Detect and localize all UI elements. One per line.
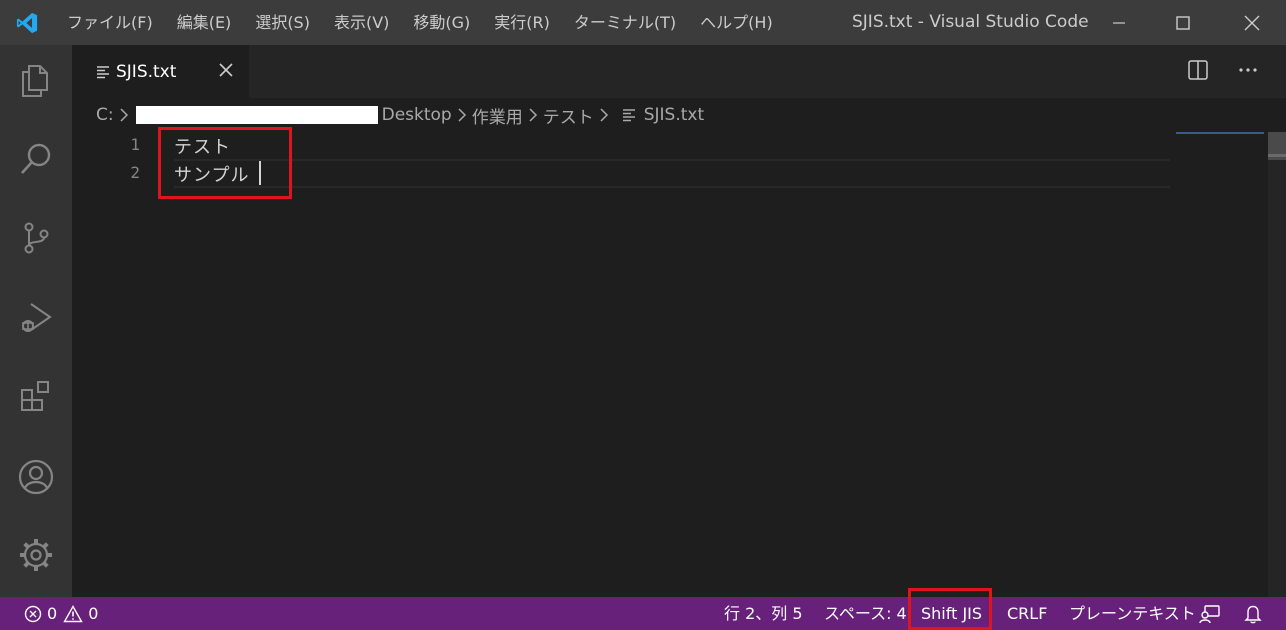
language-mode-status[interactable]: プレーンテキスト	[1069, 597, 1196, 630]
text-file-icon	[96, 65, 110, 79]
menu-go[interactable]: 移動(G)	[401, 0, 482, 45]
line-number: 1	[130, 135, 140, 154]
maximize-button[interactable]	[1151, 0, 1215, 45]
minimap-marker	[1176, 132, 1264, 134]
minimize-button[interactable]	[1087, 0, 1151, 45]
scrollbar-cursor-marker	[1268, 154, 1286, 157]
maximize-icon	[1176, 15, 1190, 30]
menu-view[interactable]: 表示(V)	[322, 0, 401, 45]
chevron-right-icon	[528, 107, 538, 123]
vertical-scrollbar[interactable]	[1268, 132, 1286, 597]
bell-icon	[1244, 605, 1262, 623]
run-debug-icon	[22, 303, 52, 332]
explorer-button[interactable]	[0, 45, 72, 117]
tab-close-button[interactable]	[218, 62, 234, 78]
warning-count: 0	[88, 604, 99, 623]
search-button[interactable]	[0, 123, 72, 195]
breadcrumb-file[interactable]: SJIS.txt	[644, 105, 704, 125]
split-editor-icon	[1188, 60, 1208, 80]
files-icon	[22, 65, 48, 97]
menu-terminal[interactable]: ターミナル(T)	[562, 0, 688, 45]
split-editor-button[interactable]	[1187, 59, 1209, 81]
activity-bar	[0, 45, 72, 597]
search-icon	[21, 143, 51, 174]
line-number: 2	[130, 163, 140, 182]
source-control-icon	[24, 222, 49, 254]
menu-selection[interactable]: 選択(S)	[243, 0, 322, 45]
accounts-button[interactable]	[0, 441, 72, 513]
problems-status[interactable]: 0 0	[24, 597, 98, 630]
gear-icon	[20, 539, 52, 571]
more-actions-button[interactable]	[1237, 59, 1259, 81]
tab-label: SJIS.txt	[116, 61, 177, 82]
ellipsis-icon	[1239, 68, 1257, 72]
account-icon	[18, 459, 54, 495]
vscode-logo-icon	[0, 0, 54, 45]
error-icon	[24, 605, 42, 622]
error-count: 0	[47, 604, 58, 623]
editor-area[interactable]: 1 2 テスト サンプル	[72, 127, 1286, 597]
minimize-icon	[1113, 21, 1125, 24]
menu-bar: ファイル(F) 編集(E) 選択(S) 表示(V) 移動(G) 実行(R) ター…	[55, 0, 785, 45]
extensions-icon	[21, 381, 49, 411]
close-icon	[1244, 15, 1260, 30]
indentation-status[interactable]: スペース: 4	[824, 597, 907, 630]
annotation-highlight-encoding	[908, 588, 992, 630]
notifications-button[interactable]	[1244, 597, 1262, 630]
breadcrumb-drive[interactable]: C:	[96, 105, 114, 125]
run-debug-button[interactable]	[0, 281, 72, 353]
chevron-right-icon	[457, 107, 467, 123]
breadcrumb-folder-test[interactable]: テスト	[543, 103, 594, 128]
menu-edit[interactable]: 編集(E)	[165, 0, 244, 45]
annotation-highlight-text	[158, 127, 292, 199]
chevron-right-icon	[119, 107, 129, 123]
eol-status[interactable]: CRLF	[1007, 597, 1047, 630]
manage-button[interactable]	[0, 519, 72, 591]
extensions-button[interactable]	[0, 360, 72, 432]
source-control-button[interactable]	[0, 202, 72, 274]
status-bar: 0 0 行 2、列 5 スペース: 4 Shift JIS CRLF プレーンテ…	[0, 588, 1286, 630]
feedback-icon	[1199, 604, 1220, 623]
menu-run[interactable]: 実行(R)	[482, 0, 562, 45]
tab-sjis-txt[interactable]: SJIS.txt	[72, 45, 249, 98]
cursor-position-status[interactable]: 行 2、列 5	[724, 597, 803, 630]
tab-bar: SJIS.txt	[72, 45, 1286, 98]
warning-icon	[63, 604, 83, 622]
text-file-icon	[622, 108, 636, 122]
chevron-right-icon	[599, 107, 609, 123]
close-icon	[219, 63, 233, 77]
current-line-highlight	[174, 159, 1170, 188]
feedback-button[interactable]	[1199, 597, 1221, 630]
breadcrumb-folder-work[interactable]: 作業用	[472, 103, 523, 128]
breadcrumb-desktop[interactable]: Desktop	[382, 105, 452, 125]
menu-help[interactable]: ヘルプ(H)	[688, 0, 785, 45]
close-window-button[interactable]	[1220, 0, 1284, 45]
window-title: SJIS.txt - Visual Studio Code	[852, 12, 1089, 32]
title-bar: ファイル(F) 編集(E) 選択(S) 表示(V) 移動(G) 実行(R) ター…	[0, 0, 1286, 45]
menu-file[interactable]: ファイル(F)	[55, 0, 165, 45]
redacted-path	[135, 106, 378, 124]
